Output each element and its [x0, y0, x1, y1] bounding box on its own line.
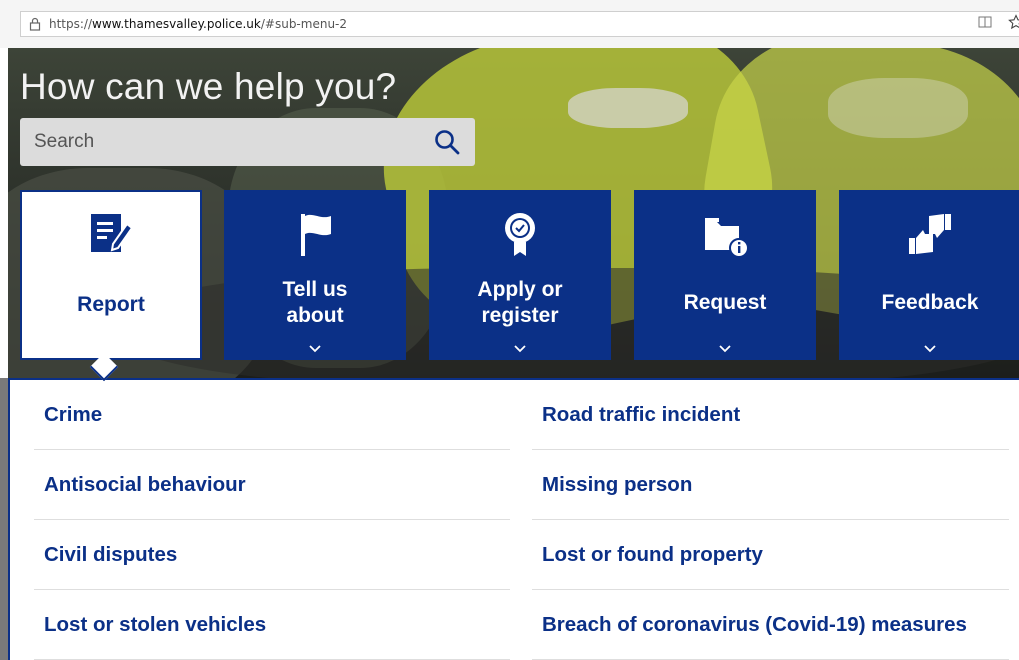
tile-report[interactable]: Report [20, 190, 202, 360]
award-icon [429, 210, 611, 258]
tile-apply-or-register[interactable]: Apply or register [429, 190, 611, 360]
hero-banner: How can we help you? Report Tell us abou… [8, 48, 1019, 378]
submenu-item-breach-of-coronavirus-measures[interactable]: Breach of coronavirus (Covid-19) measure… [532, 590, 1009, 660]
tile-report-label: Report [77, 292, 145, 316]
report-icon [22, 212, 200, 260]
submenu-item-lost-or-found-property[interactable]: Lost or found property [532, 520, 1009, 590]
address-url: https://www.thamesvalley.police.uk/#sub-… [49, 17, 348, 31]
submenu-left-column: Crime Antisocial behaviour Civil dispute… [34, 380, 510, 660]
search-box[interactable] [20, 118, 475, 166]
favorite-star-icon[interactable] [1008, 13, 1019, 35]
submenu-item-lost-or-stolen-vehicles[interactable]: Lost or stolen vehicles [34, 590, 510, 660]
tile-request-label: Request [683, 290, 767, 314]
address-bar[interactable]: https://www.thamesvalley.police.uk/#sub-… [20, 11, 1019, 37]
reading-view-icon[interactable] [978, 15, 992, 34]
tile-apply-or-register-label: Apply or register [477, 277, 563, 327]
chevron-down-icon [224, 344, 406, 354]
submenu-item-civil-disputes[interactable]: Civil disputes [34, 520, 510, 590]
tile-feedback[interactable]: Feedback [839, 190, 1019, 360]
browser-toolbar: https://www.thamesvalley.police.uk/#sub-… [0, 0, 1019, 48]
thumbs-icon [839, 210, 1019, 258]
tile-feedback-label: Feedback [881, 290, 979, 314]
tile-tell-us-about-label: Tell us about [282, 277, 348, 327]
search-icon[interactable] [433, 128, 461, 161]
sub-menu-report: Crime Antisocial behaviour Civil dispute… [8, 378, 1019, 660]
chevron-down-icon [839, 344, 1019, 354]
chevron-down-icon [634, 344, 816, 354]
submenu-right-column: Road traffic incident Missing person Los… [532, 380, 1009, 660]
search-input[interactable] [20, 119, 420, 165]
tile-request[interactable]: Request [634, 190, 816, 360]
submenu-item-missing-person[interactable]: Missing person [532, 450, 1009, 520]
page-heading: How can we help you? [20, 66, 397, 107]
lock-icon [21, 17, 49, 31]
folder-info-icon [634, 210, 816, 258]
flag-icon [224, 210, 406, 258]
submenu-item-antisocial-behaviour[interactable]: Antisocial behaviour [34, 450, 510, 520]
tile-tell-us-about[interactable]: Tell us about [224, 190, 406, 360]
left-edge-strip [0, 378, 8, 660]
submenu-item-crime[interactable]: Crime [34, 380, 510, 450]
submenu-item-road-traffic-incident[interactable]: Road traffic incident [532, 380, 1009, 450]
chevron-down-icon [429, 344, 611, 354]
